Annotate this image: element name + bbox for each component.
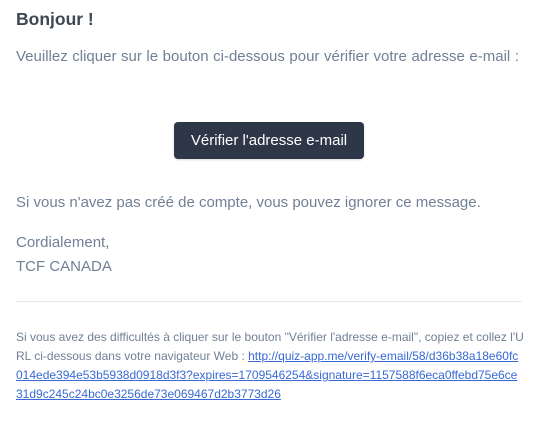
- divider: [16, 301, 522, 302]
- salutation-text: Cordialement,: [16, 234, 110, 251]
- ignore-message-text: Si vous n'avez pas créé de compte, vous …: [16, 194, 481, 211]
- signature-text: TCF CANADA: [16, 258, 112, 275]
- verify-email-button[interactable]: Vérifier l'adresse e-mail: [173, 122, 365, 159]
- button-row: Vérifier l'adresse e-mail: [16, 122, 522, 159]
- subcopy: Si vous avez des difficultés à cliquer s…: [16, 328, 524, 404]
- greeting-heading: Bonjour !: [16, 9, 94, 29]
- sign-off: Cordialement, TCF CANADA: [16, 231, 112, 279]
- intro-text: Veuillez cliquer sur le bouton ci-dessou…: [16, 48, 519, 65]
